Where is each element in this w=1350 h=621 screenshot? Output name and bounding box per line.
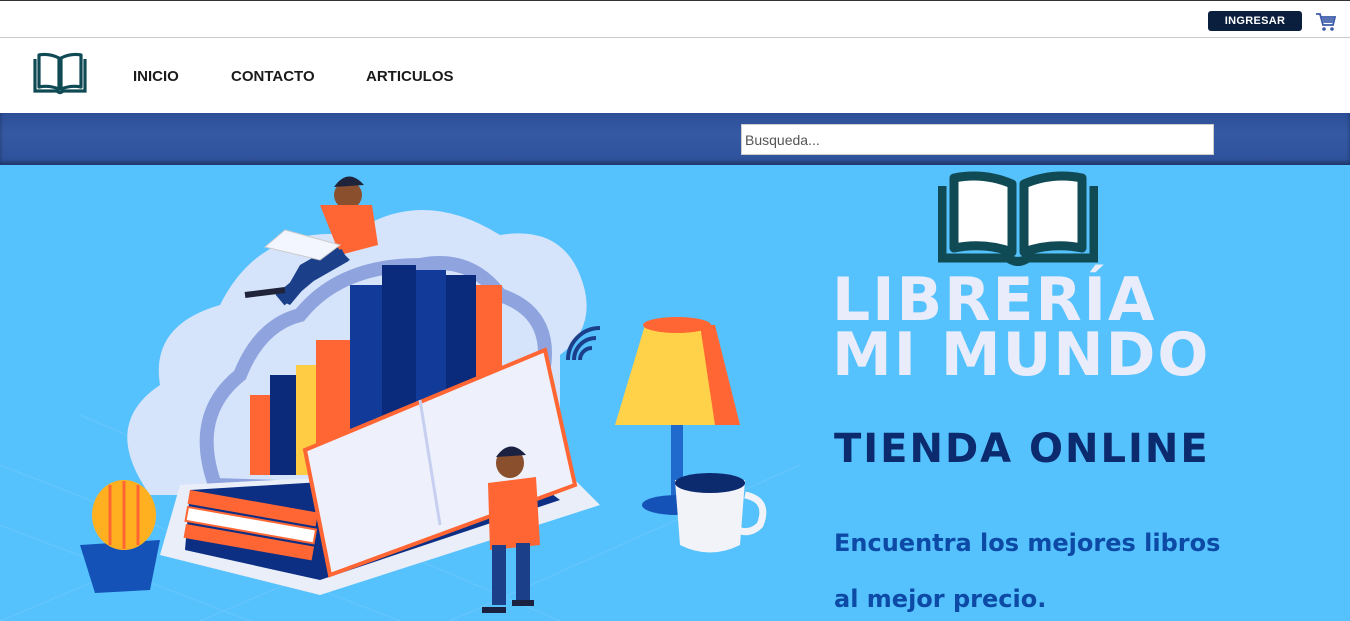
tagline-line1: Encuentra los mejores libros bbox=[834, 529, 1221, 557]
search-bar bbox=[0, 113, 1350, 165]
hero-banner: LIBRERÍA MI MUNDO TIENDA ONLINE Encuentr… bbox=[0, 165, 1350, 621]
search-input[interactable] bbox=[741, 124, 1214, 155]
brand-title: LIBRERÍA MI MUNDO bbox=[832, 270, 1292, 390]
nav-link-articulos[interactable]: ARTICULOS bbox=[366, 68, 454, 85]
cart-icon[interactable] bbox=[1315, 11, 1337, 33]
nav-link-inicio[interactable]: INICIO bbox=[133, 68, 179, 85]
bookstore-illustration bbox=[0, 176, 801, 621]
login-button[interactable]: INGRESAR bbox=[1208, 11, 1302, 31]
top-bar: INGRESAR bbox=[0, 0, 1350, 38]
tagline-line2: al mejor precio. bbox=[834, 585, 1047, 613]
hero-tagline: Encuentra los mejores libros al mejor pr… bbox=[834, 515, 1334, 621]
brand-title-line2: MI MUNDO bbox=[832, 320, 1211, 390]
main-navigation: INICIO CONTACTO ARTICULOS bbox=[0, 39, 1350, 113]
brand-subtitle: TIENDA ONLINE bbox=[834, 426, 1210, 472]
hero-book-icon bbox=[938, 171, 1098, 266]
nav-link-contacto[interactable]: CONTACTO bbox=[231, 68, 315, 85]
open-book-icon[interactable] bbox=[31, 51, 89, 97]
